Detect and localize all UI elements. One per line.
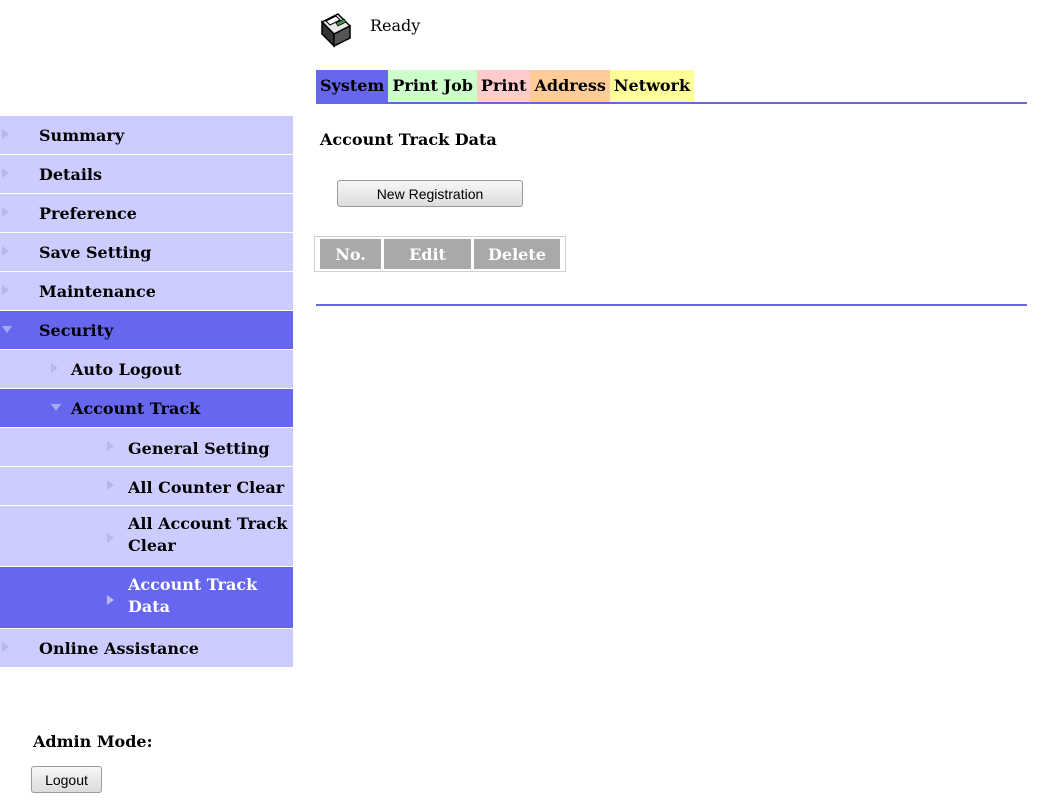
- sidebar-item-general-setting[interactable]: General Setting: [0, 428, 293, 467]
- sidebar-item-all-account-track-clear[interactable]: All Account Track Clear: [0, 506, 293, 567]
- triangle-right-icon: [2, 285, 9, 295]
- triangle-right-icon: [2, 642, 9, 652]
- sidebar-item-label: All Account Track Clear: [128, 514, 288, 555]
- sidebar-item-label: Save Setting: [39, 243, 152, 262]
- triangle-down-icon: [51, 404, 61, 411]
- page-title: Account Track Data: [320, 130, 497, 149]
- sidebar-item-details[interactable]: Details: [0, 155, 293, 194]
- sidebar-item-label: Account Track Data: [128, 575, 258, 616]
- sidebar-item-label: Summary: [39, 126, 125, 145]
- sidebar-item-preference[interactable]: Preference: [0, 194, 293, 233]
- records-table: No. Edit Delete: [314, 236, 566, 272]
- triangle-right-icon: [107, 533, 114, 543]
- sidebar-item-label: Preference: [39, 204, 137, 223]
- sidebar-item-account-track-data[interactable]: Account Track Data: [0, 567, 293, 629]
- tab-print-job[interactable]: Print Job: [388, 70, 477, 102]
- sidebar-item-label: Online Assistance: [39, 639, 199, 658]
- column-header-delete: Delete: [474, 239, 560, 269]
- triangle-right-icon: [107, 480, 114, 490]
- tab-system[interactable]: System: [316, 70, 389, 102]
- new-registration-button[interactable]: New Registration: [337, 180, 523, 207]
- sidebar-item-security[interactable]: Security: [0, 311, 293, 350]
- sidebar-item-label: Security: [39, 321, 114, 340]
- triangle-right-icon: [51, 363, 58, 373]
- status-text: Ready: [370, 16, 421, 35]
- column-header-edit: Edit: [384, 239, 471, 269]
- sidebar-item-all-counter-clear[interactable]: All Counter Clear: [0, 467, 293, 506]
- logout-button[interactable]: Logout: [31, 766, 102, 793]
- sidebar-item-label: Maintenance: [39, 282, 156, 301]
- sidebar-item-label: Auto Logout: [71, 360, 182, 379]
- triangle-right-icon: [2, 246, 9, 256]
- tab-print[interactable]: Print: [476, 70, 531, 102]
- tab-divider: [316, 102, 1027, 104]
- sidebar-item-label: General Setting: [128, 439, 270, 458]
- table-header-row: No. Edit Delete: [320, 239, 560, 269]
- triangle-down-icon: [2, 326, 12, 333]
- triangle-right-icon: [2, 168, 9, 178]
- column-header-no: No.: [320, 239, 381, 269]
- sidebar-item-save-setting[interactable]: Save Setting: [0, 233, 293, 272]
- triangle-right-icon: [107, 595, 114, 605]
- sidebar: Summary Details Preference Save Setting Main…: [0, 116, 293, 668]
- sidebar-item-summary[interactable]: Summary: [0, 116, 293, 155]
- tab-bar: System Print Job Print Address Network: [316, 70, 695, 102]
- tab-address[interactable]: Address: [530, 70, 610, 102]
- sidebar-item-label: Details: [39, 165, 102, 184]
- tab-network[interactable]: Network: [609, 70, 695, 102]
- admin-mode-label: Admin Mode:: [33, 732, 153, 751]
- triangle-right-icon: [2, 207, 9, 217]
- sidebar-item-account-track[interactable]: Account Track: [0, 389, 293, 428]
- sidebar-item-auto-logout[interactable]: Auto Logout: [0, 350, 293, 389]
- sidebar-item-maintenance[interactable]: Maintenance: [0, 272, 293, 311]
- sidebar-item-online-assistance[interactable]: Online Assistance: [0, 629, 293, 668]
- content-divider: [316, 304, 1027, 306]
- sidebar-item-label: All Counter Clear: [128, 478, 285, 497]
- printer-icon: [316, 12, 352, 48]
- triangle-right-icon: [107, 441, 114, 451]
- triangle-right-icon: [2, 129, 9, 139]
- sidebar-item-label: Account Track: [71, 399, 201, 418]
